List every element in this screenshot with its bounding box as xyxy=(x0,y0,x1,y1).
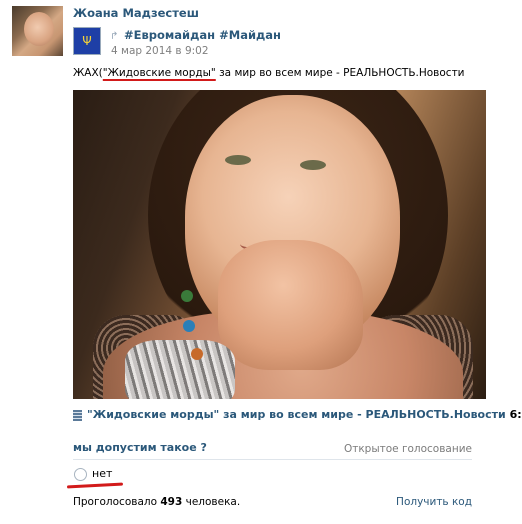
voted-prefix: Проголосовало xyxy=(73,496,158,508)
photo-bead-orange xyxy=(191,348,203,360)
headline-quote: "Жидовские морды" xyxy=(102,67,216,79)
repost-arrow-icon: ↱ xyxy=(110,31,119,42)
post-date-link[interactable]: 4 мар 2014 в 9:02 xyxy=(111,45,209,57)
voted-count: 493 xyxy=(160,496,183,508)
red-underline-annotation xyxy=(66,482,124,489)
get-code-link[interactable]: Получить код xyxy=(396,496,472,508)
video-title-link[interactable]: "Жидовские морды" за мир во всем мире - … xyxy=(87,408,522,421)
photo-eye-left xyxy=(225,155,251,165)
headline-rest: за мир во всем мире - РЕАЛЬНОСТЬ.Новости xyxy=(215,67,465,79)
poll-type-label: Открытое голосование xyxy=(343,443,472,455)
video-duration: 6:08 xyxy=(509,408,522,421)
poll-divider xyxy=(73,459,472,460)
photo-hand xyxy=(218,240,363,370)
video-icon xyxy=(73,410,82,421)
author-avatar[interactable] xyxy=(12,6,63,56)
trident-icon: Ψ xyxy=(82,34,92,48)
video-thumbnail[interactable] xyxy=(73,90,486,399)
author-name-link[interactable]: Жоана Мадзестеш xyxy=(73,6,199,20)
group-avatar[interactable]: Ψ xyxy=(73,27,101,55)
poll-question: мы допустим такое ? xyxy=(73,441,207,454)
poll-votes-summary: Проголосовало 493 человека. xyxy=(73,496,240,508)
photo-bracelet xyxy=(125,340,235,399)
poll-option-label[interactable]: нет xyxy=(92,467,112,480)
post-headline: ЖАХ("Жидовские морды" за мир во всем мир… xyxy=(73,67,465,79)
photo-bead-blue xyxy=(183,320,195,332)
voted-suffix: человека. xyxy=(185,496,241,508)
photo-bead-green xyxy=(181,290,193,302)
headline-prefix: ЖАХ( xyxy=(73,67,103,79)
video-title-text: "Жидовские морды" за мир во всем мире - … xyxy=(87,408,506,421)
photo-eye-right xyxy=(300,160,326,170)
poll-option-radio[interactable] xyxy=(74,468,87,481)
avatar-face xyxy=(24,12,54,46)
group-tags-link[interactable]: #Евромайдан #Майдан xyxy=(124,28,281,42)
